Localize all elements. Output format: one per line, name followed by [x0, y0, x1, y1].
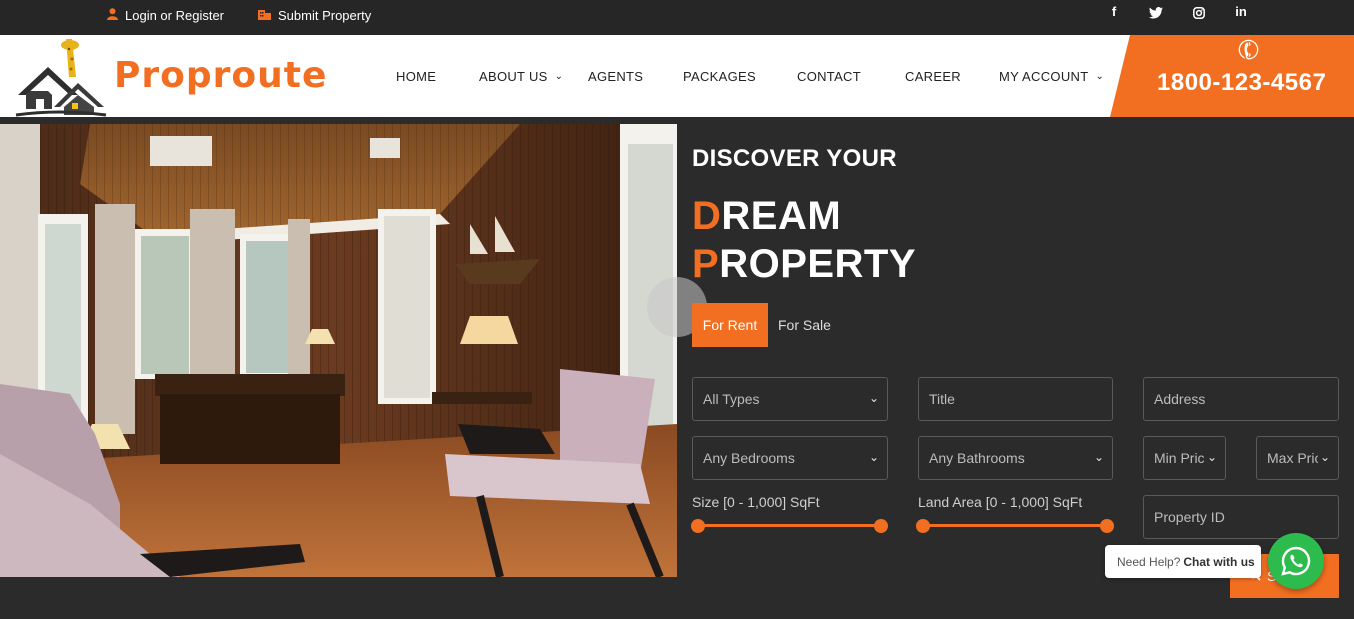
chevron-down-icon: ⌄: [866, 391, 879, 405]
size-range-max-handle[interactable]: [874, 519, 888, 533]
logo-mark-icon: [15, 39, 107, 117]
bathrooms-select-value: Any Bathrooms: [929, 450, 1025, 466]
chevron-down-icon: ⌄: [1091, 450, 1104, 464]
user-icon: [107, 8, 118, 23]
nav-home[interactable]: HOME: [396, 69, 436, 84]
nav-career-label: CAREER: [905, 69, 961, 84]
hero-heading-line1-initial: D: [692, 194, 722, 238]
whatsapp-button[interactable]: [1268, 533, 1324, 589]
nav-career[interactable]: CAREER: [905, 69, 961, 84]
login-register-link[interactable]: Login or Register: [107, 8, 224, 23]
bedrooms-select[interactable]: Any Bedrooms ⌄: [692, 436, 888, 480]
property-id-placeholder: Property ID: [1154, 509, 1225, 525]
size-range-min-handle[interactable]: [691, 519, 705, 533]
building-icon: [258, 8, 271, 23]
phone-number: 1800-123-4567: [1157, 69, 1327, 96]
bathrooms-select[interactable]: Any Bathrooms ⌄: [918, 436, 1113, 480]
submit-property-label: Submit Property: [278, 8, 372, 23]
submit-property-link[interactable]: Submit Property: [258, 8, 371, 23]
chevron-down-icon: ⌄: [1317, 450, 1330, 464]
whatsapp-icon: [1281, 546, 1311, 576]
tab-for-rent[interactable]: For Rent: [692, 303, 768, 347]
hero-heading-line2: PROPERTY: [692, 242, 916, 287]
land-range-max-handle[interactable]: [1100, 519, 1114, 533]
type-select-value: All Types: [703, 391, 760, 407]
tab-for-sale[interactable]: For Sale: [778, 317, 831, 333]
land-range-min-handle[interactable]: [916, 519, 930, 533]
chevron-down-icon: ⌄: [1095, 71, 1105, 82]
hero-subheading: DISCOVER YOUR: [692, 145, 897, 172]
nav-agents[interactable]: AGENTS: [588, 69, 643, 84]
help-chat-label: Chat with us: [1183, 554, 1255, 569]
title-placeholder: Title: [929, 391, 955, 407]
login-register-label: Login or Register: [125, 8, 224, 23]
nav-packages-label: PACKAGES: [683, 69, 756, 84]
title-input[interactable]: Title: [918, 377, 1113, 421]
size-range-label: Size [0 - 1,000] SqFt: [692, 494, 820, 510]
main-header: Proproute HOME ABOUT US ⌄ AGENTS PACKAGES…: [0, 35, 1354, 117]
site-logo[interactable]: Proproute: [14, 37, 326, 117]
twitter-icon[interactable]: [1148, 4, 1164, 22]
nav-my-account-label: MY ACCOUNT: [999, 69, 1089, 84]
type-select[interactable]: All Types ⌄: [692, 377, 888, 421]
hero-image: [0, 124, 677, 577]
max-price-select[interactable]: Max Price ⌄: [1256, 436, 1339, 480]
nav-contact[interactable]: CONTACT: [797, 69, 861, 84]
address-placeholder: Address: [1154, 391, 1206, 407]
chevron-down-icon: ⌄: [1204, 450, 1217, 464]
help-prefix: Need Help?: [1117, 554, 1181, 569]
phone-icon: ✆: [1232, 31, 1265, 69]
hero-heading-line1: DREAM: [692, 194, 841, 239]
nav-my-account[interactable]: MY ACCOUNT ⌄: [999, 69, 1104, 84]
nav-about-us-label: ABOUT US: [479, 69, 548, 84]
land-range-label: Land Area [0 - 1,000] SqFt: [918, 494, 1083, 510]
linkedin-icon[interactable]: in: [1233, 4, 1249, 19]
bedrooms-select-value: Any Bedrooms: [703, 450, 795, 466]
instagram-icon[interactable]: [1191, 4, 1207, 22]
logo-text: Proproute: [114, 55, 328, 96]
hero-heading-line1-rest: REAM: [721, 194, 842, 238]
address-input[interactable]: Address: [1143, 377, 1339, 421]
nav-packages[interactable]: PACKAGES: [683, 69, 756, 84]
nav-about-us[interactable]: ABOUT US ⌄: [479, 69, 563, 84]
nav-contact-label: CONTACT: [797, 69, 861, 84]
chevron-down-icon: ⌄: [866, 450, 879, 464]
min-price-select[interactable]: Min Price ⌄: [1143, 436, 1226, 480]
hero-heading-line2-rest: ROPERTY: [719, 242, 917, 286]
phone-block[interactable]: ✆ 1800-123-4567: [1110, 35, 1354, 117]
land-range-track[interactable]: [923, 524, 1106, 527]
hero-heading-line2-initial: P: [692, 242, 720, 286]
size-range-track[interactable]: [698, 524, 880, 527]
min-price-value: Min Price: [1154, 450, 1213, 466]
nav-home-label: HOME: [396, 69, 437, 84]
nav-agents-label: AGENTS: [588, 69, 644, 84]
chevron-down-icon: ⌄: [554, 71, 564, 82]
property-id-input[interactable]: Property ID: [1143, 495, 1339, 539]
top-bar: Login or Register Submit Property f in: [0, 0, 1354, 35]
chat-help-bubble[interactable]: Need Help? Chat with us: [1105, 545, 1261, 578]
facebook-icon[interactable]: f: [1106, 4, 1122, 19]
